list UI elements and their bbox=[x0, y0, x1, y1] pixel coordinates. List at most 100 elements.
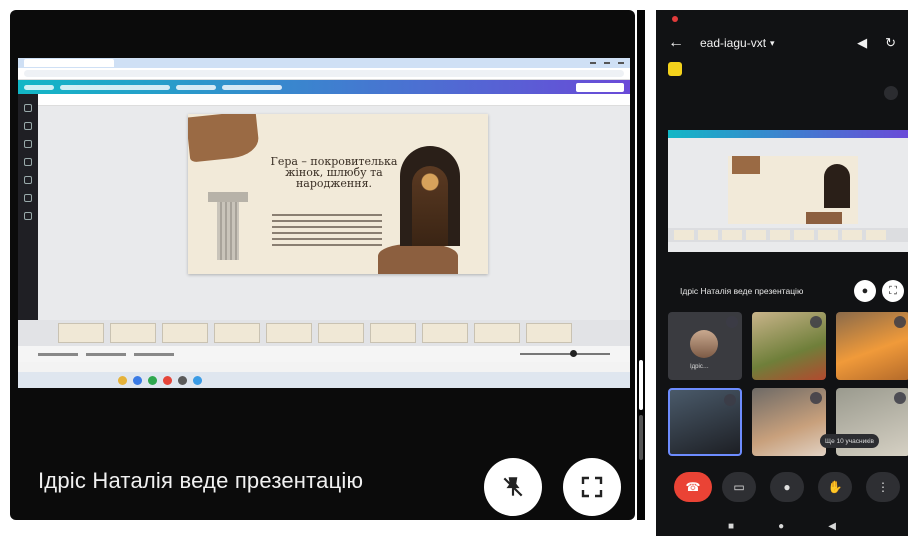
activity-badge-icon[interactable] bbox=[668, 62, 682, 76]
mic-toggle-button[interactable]: ● bbox=[770, 472, 804, 502]
slide-thumbnail[interactable] bbox=[474, 323, 520, 343]
phone-meet-view: ← ead-iagu-vxt ▾ ◀ ↻ Ідріс Наталія веде … bbox=[656, 10, 908, 536]
taskbar-app-icon[interactable] bbox=[118, 375, 127, 385]
sidebar-icon[interactable] bbox=[24, 158, 32, 166]
mini-thumb-strip bbox=[668, 228, 908, 242]
toolbar-item[interactable] bbox=[176, 84, 216, 90]
fullscreen-icon: ⛶ bbox=[889, 284, 897, 297]
raise-hand-button[interactable]: ✋ bbox=[818, 472, 852, 502]
taskbar-app-icon[interactable] bbox=[163, 375, 172, 385]
url-field[interactable] bbox=[24, 70, 624, 77]
sidebar-icon[interactable] bbox=[24, 122, 32, 130]
phone-status-bar bbox=[656, 10, 908, 28]
editor-subbar bbox=[38, 94, 630, 106]
participant-tile[interactable] bbox=[836, 312, 908, 380]
recording-dot-icon bbox=[672, 16, 678, 22]
sidebar-icon[interactable] bbox=[24, 104, 32, 112]
end-call-button[interactable]: ☎ bbox=[674, 472, 712, 502]
camera-icon: ▭ bbox=[733, 480, 745, 494]
slide-thumbnail[interactable] bbox=[162, 323, 208, 343]
slide-thumbnail[interactable] bbox=[422, 323, 468, 343]
slide-body-text bbox=[272, 214, 382, 250]
raise-hand-icon: ✋ bbox=[827, 480, 843, 494]
microphone-icon: ● bbox=[783, 480, 791, 494]
duration-button[interactable] bbox=[86, 352, 126, 356]
camera-toggle-button[interactable]: ▭ bbox=[722, 472, 756, 502]
mini-slide bbox=[728, 156, 858, 224]
pin-off-icon bbox=[503, 477, 523, 497]
presentation-pane: Гера – покровителька жінок, шлюбу та нар… bbox=[10, 10, 635, 520]
mic-off-icon bbox=[894, 316, 906, 328]
mic-icon: ● bbox=[861, 285, 869, 297]
participant-tile[interactable]: Ідріс… bbox=[668, 312, 742, 380]
slide-title: Гера – покровителька жінок, шлюбу та нар… bbox=[270, 155, 398, 190]
notes-button[interactable] bbox=[38, 352, 78, 356]
slide-thumbnail[interactable] bbox=[526, 323, 572, 343]
zoom-knob[interactable] bbox=[570, 350, 577, 357]
present-settings-button[interactable]: ● bbox=[854, 280, 876, 302]
participant-tile-active[interactable] bbox=[668, 388, 742, 456]
share-button[interactable] bbox=[576, 82, 624, 92]
sidebar-icon[interactable] bbox=[24, 194, 32, 202]
sidebar-icon[interactable] bbox=[24, 176, 32, 184]
shared-screen-thumbnail[interactable] bbox=[668, 130, 908, 252]
split-divider[interactable] bbox=[637, 10, 645, 520]
back-icon[interactable]: ◀ bbox=[828, 521, 836, 532]
toolbar-item[interactable] bbox=[60, 84, 170, 90]
screen-root: Гера – покровителька жінок, шлюбу та нар… bbox=[0, 0, 912, 536]
slide-thumbnail[interactable] bbox=[110, 323, 156, 343]
speaker-icon[interactable]: ◀ bbox=[857, 35, 867, 51]
toolbar-item[interactable] bbox=[24, 84, 54, 90]
participant-tile[interactable] bbox=[752, 312, 826, 380]
home-icon[interactable]: ● bbox=[778, 521, 784, 532]
editor-sidebar bbox=[18, 94, 38, 340]
zoom-slider[interactable] bbox=[520, 350, 610, 357]
participant-tile[interactable] bbox=[752, 388, 826, 456]
presenter-caption: Ідріс Наталія веде презентацію bbox=[38, 468, 364, 493]
editor-toolbar bbox=[18, 80, 630, 94]
back-arrow-icon[interactable]: ← bbox=[668, 34, 686, 52]
mic-off-icon bbox=[894, 392, 906, 404]
timer-button[interactable] bbox=[134, 352, 174, 356]
recents-icon[interactable]: ■ bbox=[728, 521, 734, 532]
fullscreen-button[interactable] bbox=[563, 458, 621, 516]
slide-thumbnail[interactable] bbox=[266, 323, 312, 343]
presentation-options-button[interactable]: ⛶ bbox=[882, 280, 904, 302]
toolbar-item[interactable] bbox=[222, 84, 282, 90]
unpin-button[interactable] bbox=[484, 458, 542, 516]
more-options-dot[interactable] bbox=[884, 86, 898, 100]
more-options-button[interactable]: ⋮ bbox=[866, 472, 900, 502]
taskbar-app-icon[interactable] bbox=[148, 375, 157, 385]
greek-column-image bbox=[208, 192, 248, 264]
slide-thumbnail[interactable] bbox=[370, 323, 416, 343]
slide-thumbnail[interactable] bbox=[214, 323, 260, 343]
more-options-icon: ⋮ bbox=[877, 480, 889, 494]
sidebar-icon[interactable] bbox=[24, 212, 32, 220]
taskbar-app-icon[interactable] bbox=[193, 375, 202, 385]
window-controls[interactable] bbox=[590, 62, 630, 64]
divider-handle[interactable] bbox=[639, 415, 643, 460]
slide-thumbnail[interactable] bbox=[318, 323, 364, 343]
address-bar[interactable] bbox=[18, 68, 630, 80]
speaking-indicator-icon bbox=[724, 394, 736, 406]
taskbar-app-icon[interactable] bbox=[133, 375, 142, 385]
avatar bbox=[690, 330, 718, 358]
meeting-code[interactable]: ead-iagu-vxt bbox=[700, 36, 766, 50]
switch-camera-icon[interactable]: ↻ bbox=[885, 35, 896, 51]
editor-status-bar bbox=[18, 346, 630, 362]
mic-off-icon bbox=[810, 316, 822, 328]
taskbar-app-icon[interactable] bbox=[178, 375, 187, 385]
participant-name: Ідріс… bbox=[690, 364, 709, 370]
browser-tab[interactable] bbox=[24, 59, 114, 67]
divider-handle[interactable] bbox=[639, 360, 643, 410]
os-taskbar bbox=[18, 372, 630, 388]
chevron-down-icon[interactable]: ▾ bbox=[770, 38, 775, 49]
torn-paper-decoration bbox=[188, 114, 261, 163]
browser-tabs bbox=[18, 58, 630, 68]
sidebar-icon[interactable] bbox=[24, 140, 32, 148]
slide-thumbnail[interactable] bbox=[58, 323, 104, 343]
more-participants-badge[interactable]: Ще 10 учасників bbox=[820, 434, 880, 448]
slide-thumbnails bbox=[18, 320, 630, 346]
presenting-label: Ідріс Наталія веде презентацію bbox=[680, 286, 804, 296]
current-slide[interactable]: Гера – покровителька жінок, шлюбу та нар… bbox=[188, 114, 488, 274]
